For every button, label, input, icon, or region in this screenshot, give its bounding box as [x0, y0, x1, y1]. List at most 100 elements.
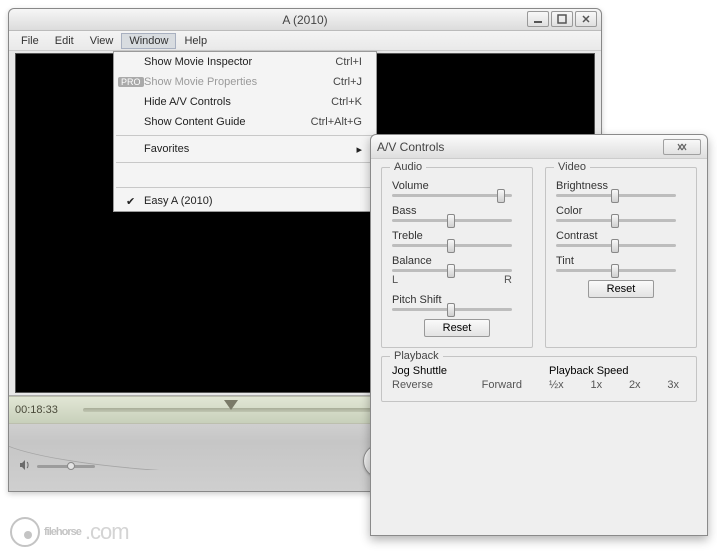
menu-item-favorites[interactable]: Favorites ▸: [114, 139, 376, 159]
seek-thumb-icon[interactable]: [224, 400, 238, 410]
menu-item-easy-a[interactable]: ✔ Easy A (2010): [114, 191, 376, 211]
submenu-arrow-icon: ▸: [356, 143, 362, 156]
menu-item-label: Show Movie Inspector: [144, 56, 252, 68]
time-display: 00:18:33: [15, 404, 75, 416]
slider-thumb[interactable]: [611, 239, 619, 253]
av-controls-window: A/V Controls Audio Volume Bass Treble: [370, 134, 708, 536]
speed-col: Playback Speed ½x 1x 2x 3x: [549, 365, 686, 391]
minimize-button[interactable]: [527, 11, 549, 27]
menu-item-label: Show Movie Properties: [144, 76, 257, 88]
window-menu-dropdown: Show Movie Inspector Ctrl+I PRO Show Mov…: [113, 51, 377, 212]
playback-legend: Playback: [390, 350, 443, 362]
volume-thumb[interactable]: [67, 462, 75, 470]
slider-thumb[interactable]: [611, 264, 619, 278]
menu-item-label: Favorites: [144, 143, 189, 155]
menu-item-show-inspector[interactable]: Show Movie Inspector Ctrl+I: [114, 52, 376, 72]
jog-col: Jog Shuttle Reverse Forward: [392, 365, 529, 391]
menu-item-shortcut: Ctrl+J: [333, 76, 362, 88]
color-label: Color: [556, 205, 686, 217]
av-close-button[interactable]: [663, 139, 701, 155]
menubar: File Edit View Window Help: [9, 31, 601, 51]
brightness-row: Brightness: [556, 180, 686, 197]
menu-separator: [116, 162, 374, 163]
jog-forward-label: Forward: [482, 379, 522, 391]
volume-slider[interactable]: [37, 465, 95, 468]
audio-group: Audio Volume Bass Treble Balance LR: [381, 167, 533, 348]
watermark-brand: filehorse: [44, 526, 81, 538]
menu-file[interactable]: File: [13, 33, 47, 49]
speaker-icon[interactable]: [19, 459, 31, 474]
color-slider[interactable]: [556, 219, 676, 222]
menu-item-content-guide[interactable]: Show Content Guide Ctrl+Alt+G: [114, 112, 376, 132]
menu-blank-row: [114, 166, 376, 184]
balance-left-label: L: [392, 274, 398, 286]
tint-slider[interactable]: [556, 269, 676, 272]
menu-item-shortcut: Ctrl+Alt+G: [311, 116, 362, 128]
av-titlebar[interactable]: A/V Controls: [371, 135, 707, 159]
slider-thumb[interactable]: [611, 214, 619, 228]
treble-slider[interactable]: [392, 244, 512, 247]
menu-item-label: Easy A (2010): [144, 195, 213, 207]
watermark-tld: .com: [85, 519, 129, 545]
volume-row: Volume: [392, 180, 522, 197]
pitch-label: Pitch Shift: [392, 294, 522, 306]
av-window-title: A/V Controls: [377, 140, 444, 154]
slider-thumb[interactable]: [447, 303, 455, 317]
jog-reverse-label: Reverse: [392, 379, 433, 391]
menu-separator: [116, 187, 374, 188]
maximize-button[interactable]: [551, 11, 573, 27]
contrast-slider[interactable]: [556, 244, 676, 247]
speed-tick-3x: 3x: [667, 379, 679, 391]
pitch-row: Pitch Shift: [392, 294, 522, 311]
audio-volume-slider[interactable]: [392, 194, 512, 197]
balance-right-label: R: [504, 274, 512, 286]
titlebar[interactable]: A (2010): [9, 9, 601, 31]
audio-reset-button[interactable]: Reset: [424, 319, 491, 337]
bass-slider[interactable]: [392, 219, 512, 222]
balance-slider[interactable]: [392, 269, 512, 272]
audio-legend: Audio: [390, 161, 426, 173]
slider-thumb[interactable]: [611, 189, 619, 203]
volume-control: [19, 459, 95, 474]
speed-label: Playback Speed: [549, 365, 686, 377]
filehorse-watermark: filehorse .com: [10, 517, 129, 547]
contrast-row: Contrast: [556, 230, 686, 247]
treble-label: Treble: [392, 230, 522, 242]
jog-label: Jog Shuttle: [392, 365, 529, 377]
video-legend: Video: [554, 161, 590, 173]
slider-thumb[interactable]: [447, 214, 455, 228]
balance-label: Balance: [392, 255, 522, 267]
menu-item-hide-av-controls[interactable]: Hide A/V Controls Ctrl+K: [114, 92, 376, 112]
menu-separator: [116, 135, 374, 136]
menu-help[interactable]: Help: [176, 33, 215, 49]
menu-view[interactable]: View: [82, 33, 122, 49]
bass-row: Bass: [392, 205, 522, 222]
pitch-slider[interactable]: [392, 308, 512, 311]
video-group: Video Brightness Color Contrast Tint: [545, 167, 697, 348]
tint-row: Tint: [556, 255, 686, 272]
window-title: A (2010): [9, 13, 601, 27]
close-button[interactable]: [575, 11, 597, 27]
menu-window[interactable]: Window: [121, 33, 176, 49]
contrast-label: Contrast: [556, 230, 686, 242]
menu-edit[interactable]: Edit: [47, 33, 82, 49]
menu-item-label: Hide A/V Controls: [144, 96, 231, 108]
watermark-logo-icon: [10, 517, 40, 547]
slider-thumb[interactable]: [447, 239, 455, 253]
video-reset-button[interactable]: Reset: [588, 280, 655, 298]
pro-badge: PRO: [118, 77, 144, 87]
color-row: Color: [556, 205, 686, 222]
checkmark-icon: ✔: [126, 195, 135, 208]
menu-item-shortcut: Ctrl+I: [335, 56, 362, 68]
slider-thumb[interactable]: [447, 264, 455, 278]
treble-row: Treble: [392, 230, 522, 247]
menu-item-show-properties: PRO Show Movie Properties Ctrl+J: [114, 72, 376, 92]
bass-label: Bass: [392, 205, 522, 217]
slider-thumb[interactable]: [497, 189, 505, 203]
brightness-label: Brightness: [556, 180, 686, 192]
balance-row: Balance L R: [392, 255, 522, 286]
brightness-slider[interactable]: [556, 194, 676, 197]
speed-tick-2x: 2x: [629, 379, 641, 391]
menu-item-label: Show Content Guide: [144, 116, 246, 128]
speed-tick-half: ½x: [549, 379, 564, 391]
